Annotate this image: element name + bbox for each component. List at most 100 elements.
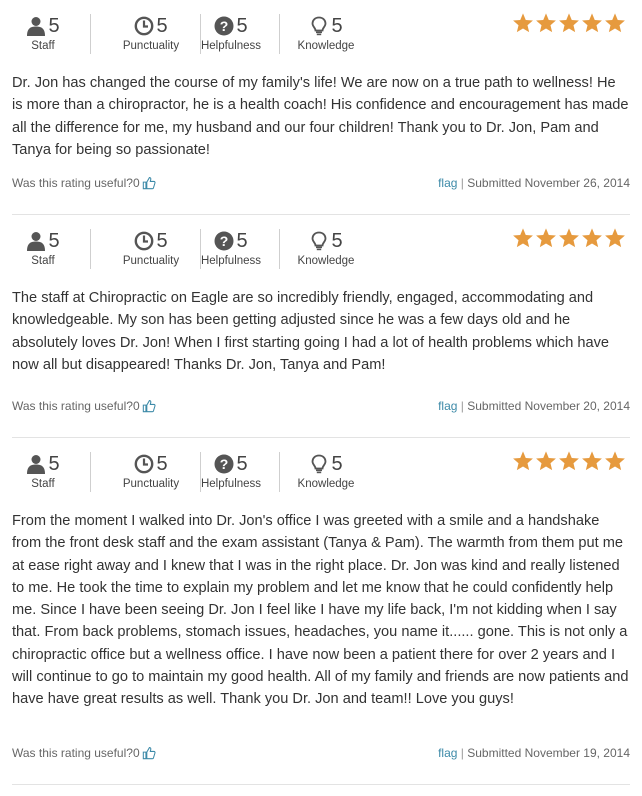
knowledge-label: Knowledge	[297, 478, 355, 490]
knowledge-score: 5	[331, 14, 343, 37]
review-footer: Was this rating useful? 0 flag | Submitt…	[12, 399, 630, 417]
star-rating	[511, 450, 626, 472]
staff-score: 5	[48, 229, 60, 252]
metric-punctuality: 5 Punctuality	[106, 14, 196, 54]
useful-prompt: Was this rating useful? 0	[12, 399, 156, 413]
useful-prompt: Was this rating useful? 0	[12, 746, 156, 760]
star-icon	[536, 451, 556, 471]
lightbulb-icon	[312, 454, 327, 474]
useful-prompt: Was this rating useful? 0	[12, 176, 156, 190]
review-footer: Was this rating useful? 0 flag | Submitt…	[12, 176, 630, 194]
lightbulb-icon	[312, 231, 327, 251]
staff-label: Staff	[31, 478, 55, 490]
divider	[90, 229, 91, 269]
helpfulness-label: Helpfulness	[200, 478, 262, 490]
svg-text:?: ?	[220, 18, 229, 34]
metric-knowledge: 5 Knowledge	[292, 229, 360, 269]
metric-knowledge: 5 Knowledge	[292, 452, 360, 492]
svg-text:?: ?	[220, 456, 229, 472]
knowledge-label: Knowledge	[297, 255, 355, 267]
punctuality-score: 5	[156, 14, 168, 37]
svg-text:?: ?	[220, 233, 229, 249]
star-icon	[559, 228, 579, 248]
metric-staff: 5 Staff	[12, 14, 74, 54]
metric-helpfulness: ? 5 Helpfulness	[198, 14, 264, 54]
lightbulb-icon	[312, 16, 327, 36]
review-text: The staff at Chiropractic on Eagle are s…	[12, 290, 610, 373]
useful-label: Was this rating useful?	[12, 176, 133, 190]
metric-knowledge: 5 Knowledge	[292, 14, 360, 54]
star-icon	[513, 451, 533, 471]
knowledge-score: 5	[331, 229, 343, 252]
useful-count: 0	[132, 399, 140, 413]
submitted-date: Submitted November 20, 2014	[467, 399, 630, 413]
rating-metrics: 5 Staff 5 Punctuality ? 5 Helpfulness 5	[12, 229, 372, 269]
separator: |	[460, 176, 464, 190]
separator: |	[460, 399, 464, 413]
useful-label: Was this rating useful?	[12, 399, 133, 413]
helpfulness-label: Helpfulness	[200, 255, 262, 267]
rating-metrics: 5 Staff 5 Punctuality ? 5 Helpfulness 5	[12, 14, 372, 54]
review-card: 5 Staff 5 Punctuality ? 5 Helpfulness 5	[12, 438, 630, 785]
submitted-date: Submitted November 26, 2014	[467, 176, 630, 190]
star-icon	[559, 451, 579, 471]
clock-icon	[135, 454, 154, 474]
knowledge-label: Knowledge	[297, 40, 355, 52]
punctuality-score: 5	[156, 229, 168, 252]
clock-icon	[135, 16, 154, 36]
metric-helpfulness: ? 5 Helpfulness	[198, 229, 264, 269]
metric-punctuality: 5 Punctuality	[106, 452, 196, 492]
helpfulness-label: Helpfulness	[200, 40, 262, 52]
divider	[90, 14, 91, 54]
thumbs-up-icon[interactable]	[142, 176, 156, 190]
flag-link[interactable]: flag	[438, 399, 457, 413]
star-rating	[511, 12, 626, 34]
punctuality-label: Punctuality	[122, 478, 180, 490]
submission-info: flag | Submitted November 20, 2014	[438, 399, 630, 413]
useful-count: 0	[132, 176, 140, 190]
question-icon: ?	[214, 454, 234, 474]
star-icon	[605, 13, 625, 33]
review-card: 5 Staff 5 Punctuality ? 5 Helpfulness 5	[12, 215, 630, 438]
divider	[279, 452, 280, 492]
staff-label: Staff	[31, 40, 55, 52]
submission-info: flag | Submitted November 19, 2014	[438, 746, 630, 760]
star-icon	[536, 13, 556, 33]
star-rating	[511, 227, 626, 249]
punctuality-label: Punctuality	[122, 40, 180, 52]
clock-icon	[135, 231, 154, 251]
person-icon	[27, 17, 46, 36]
submission-info: flag | Submitted November 26, 2014	[438, 176, 630, 190]
review-text: Dr. Jon has changed the course of my fam…	[12, 75, 629, 158]
divider	[279, 229, 280, 269]
review-card: 5 Staff 5 Punctuality ? 5 Helpfulness 5	[12, 0, 630, 215]
useful-label: Was this rating useful?	[12, 746, 133, 760]
helpfulness-score: 5	[236, 14, 248, 37]
helpfulness-score: 5	[236, 229, 248, 252]
person-icon	[27, 232, 46, 251]
question-icon: ?	[214, 231, 234, 251]
metric-staff: 5 Staff	[12, 452, 74, 492]
helpfulness-score: 5	[236, 452, 248, 475]
separator: |	[460, 746, 464, 760]
staff-score: 5	[48, 452, 60, 475]
star-icon	[605, 451, 625, 471]
metric-helpfulness: ? 5 Helpfulness	[198, 452, 264, 492]
flag-link[interactable]: flag	[438, 746, 457, 760]
knowledge-score: 5	[331, 452, 343, 475]
punctuality-score: 5	[156, 452, 168, 475]
divider	[279, 14, 280, 54]
thumbs-up-icon[interactable]	[142, 399, 156, 413]
review-text: From the moment I walked into Dr. Jon's …	[12, 513, 629, 708]
thumbs-up-icon[interactable]	[142, 746, 156, 760]
useful-count: 0	[132, 746, 140, 760]
star-icon	[582, 451, 602, 471]
star-icon	[559, 13, 579, 33]
flag-link[interactable]: flag	[438, 176, 457, 190]
star-icon	[513, 228, 533, 248]
person-icon	[27, 455, 46, 474]
staff-score: 5	[48, 14, 60, 37]
metric-staff: 5 Staff	[12, 229, 74, 269]
star-icon	[582, 228, 602, 248]
staff-label: Staff	[31, 255, 55, 267]
